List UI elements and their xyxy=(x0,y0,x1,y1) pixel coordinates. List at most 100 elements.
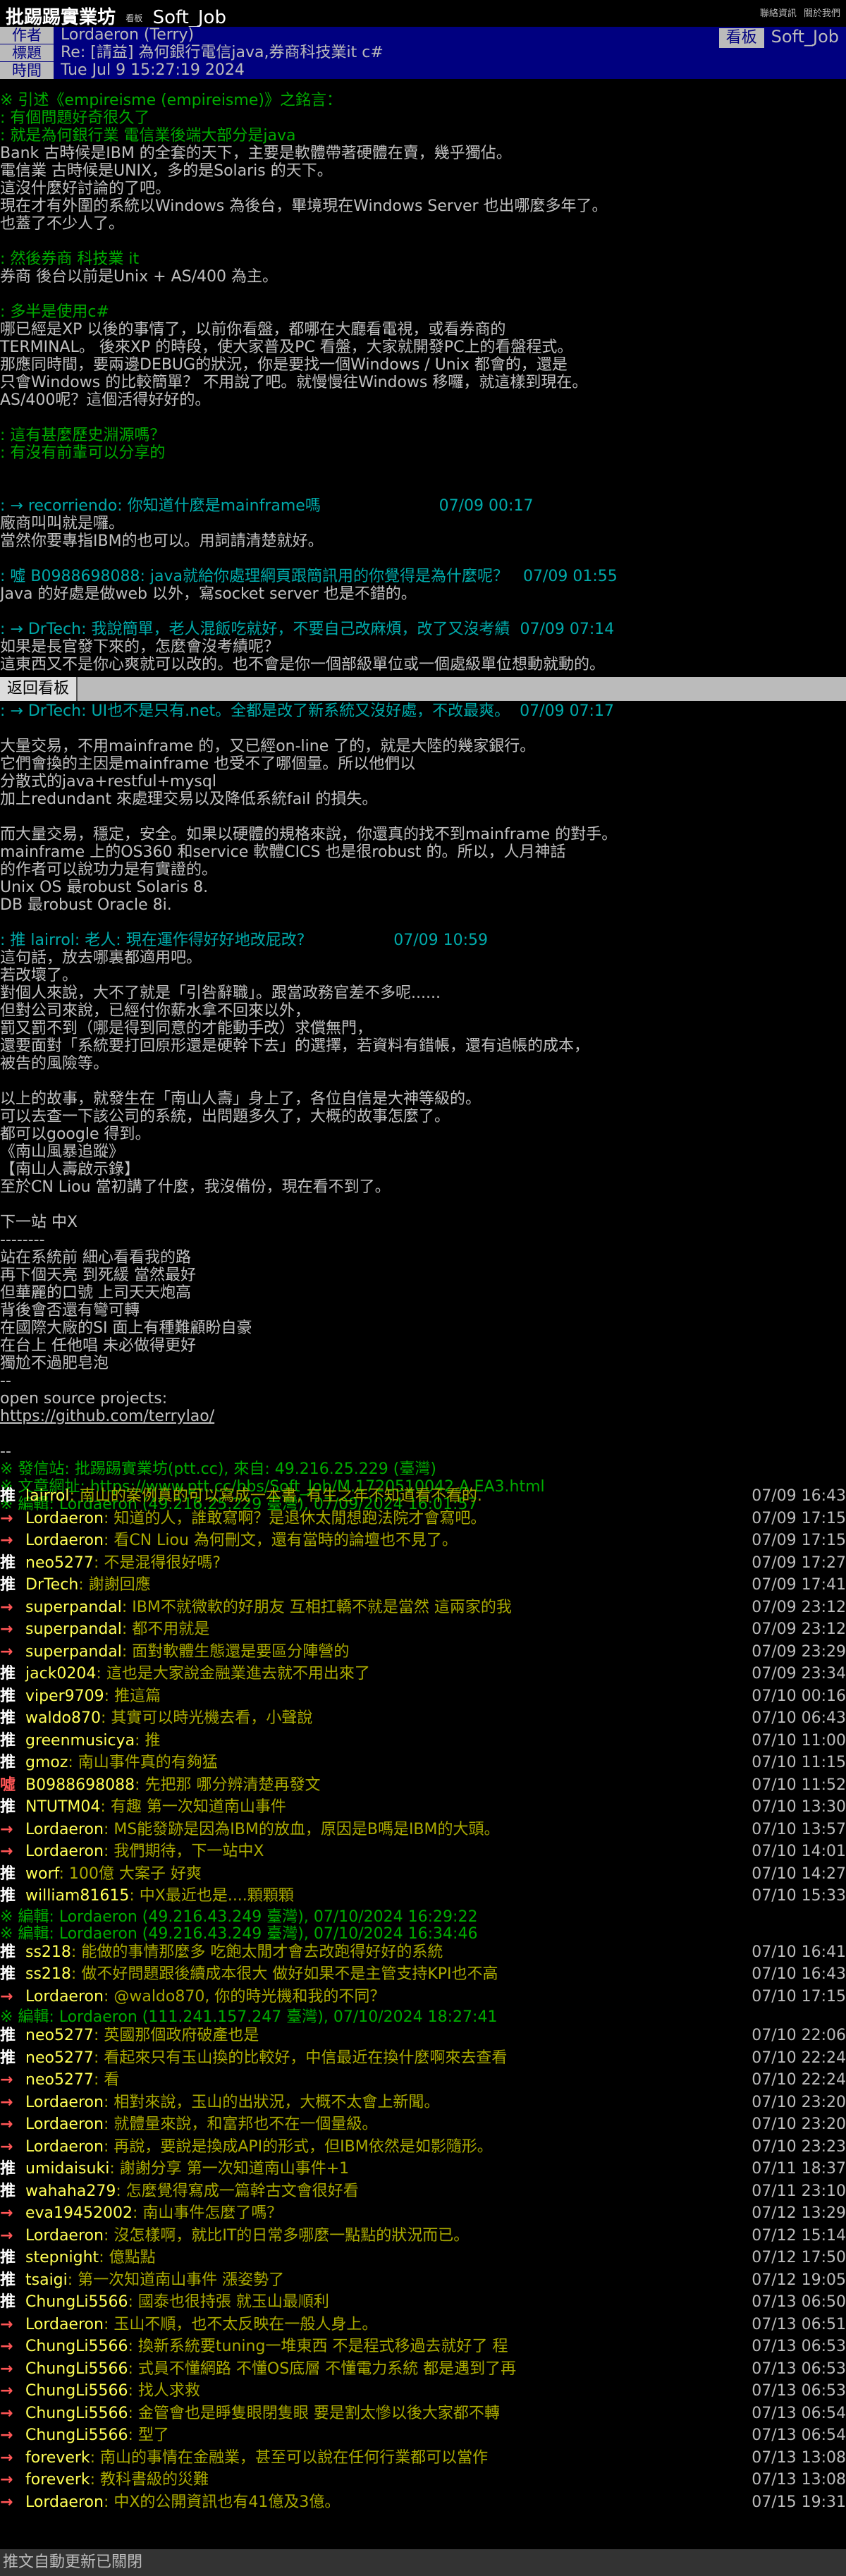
push-user[interactable]: waldo870 xyxy=(25,1709,101,1727)
body-line: ※ 引述《empireisme (empireisme)》之銘言： xyxy=(0,92,342,109)
push-user[interactable]: ChungLi5566 xyxy=(25,2382,128,2400)
body-line: Java 的好處是做web 以外，寫socket server 也是不錯的。 xyxy=(0,585,417,603)
push-content: : 怎麼覺得寫成一篇幹古文會很好看 xyxy=(116,2182,359,2200)
push-user[interactable]: ChungLi5566 xyxy=(25,2360,128,2378)
push-time: 07/13 06:53 xyxy=(752,2360,846,2378)
edit-note-text: ※ 編輯: Lordaeron (49.216.43.249 臺灣), 07/1… xyxy=(0,1907,478,1926)
push-user[interactable]: eva19452002 xyxy=(25,2204,133,2222)
push-tag: → xyxy=(0,2471,13,2489)
push-user[interactable]: gmoz xyxy=(25,1754,68,1771)
push-user[interactable]: umidaisuki xyxy=(25,2160,109,2178)
push-user[interactable]: superpandal xyxy=(25,1643,122,1661)
body-line: : 多半是使用c# xyxy=(0,303,109,321)
push-time: 07/09 23:34 xyxy=(752,1665,846,1683)
push-tag: 推 xyxy=(0,1665,16,1683)
push-row: → eva19452002: 南山事件怎麼了嗎？ 07/12 13:29 xyxy=(0,2204,846,2223)
push-user[interactable]: neo5277 xyxy=(25,1554,94,1572)
push-user[interactable]: Lordaeron xyxy=(25,2116,104,2133)
push-content: : 南山的案例真的可以寫成一本書, 有生之年不知道看不看的. xyxy=(69,1487,482,1505)
push-time: 07/09 16:43 xyxy=(752,1487,846,1505)
push-user[interactable]: neo5277 xyxy=(25,2071,94,2089)
push-user[interactable]: Lordaeron xyxy=(25,1532,104,1549)
push-time: 07/12 13:29 xyxy=(752,2204,846,2222)
push-user[interactable]: lairrol xyxy=(25,1487,70,1505)
push-user[interactable]: ChungLi5566 xyxy=(25,2293,128,2311)
push-user[interactable]: Lordaeron xyxy=(25,1843,104,1860)
body-line: 獨尬不過肥皂泡 xyxy=(0,1355,109,1372)
body-line: 廠商叫叫就是囉。 xyxy=(0,515,125,532)
push-tag: 推 xyxy=(0,1943,16,1961)
push-user[interactable]: Lordaeron xyxy=(25,2227,104,2245)
push-tag: → xyxy=(0,1620,13,1638)
push-row: 推 stepnight: 億點點 07/12 17:50 xyxy=(0,2248,846,2268)
push-user[interactable]: neo5277 xyxy=(25,2049,94,2067)
push-user[interactable]: DrTech xyxy=(25,1576,78,1594)
project-link[interactable]: https://github.com/terrylao/ xyxy=(0,1408,846,1425)
body-line: 也蓋了不少人了。 xyxy=(0,215,125,233)
push-user[interactable]: jack0204 xyxy=(25,1665,96,1683)
push-user[interactable]: wahaha279 xyxy=(25,2183,116,2200)
push-user[interactable]: Lordaeron xyxy=(25,2316,104,2333)
push-user[interactable]: Lordaeron xyxy=(25,2138,104,2156)
push-row: → ChungLi5566: 型了 07/13 06:54 xyxy=(0,2426,846,2446)
push-user[interactable]: worf xyxy=(25,1865,59,1883)
push-user[interactable]: B0988698088 xyxy=(25,1776,135,1794)
push-tag: → xyxy=(0,2338,13,2355)
push-user[interactable]: ChungLi5566 xyxy=(25,2405,128,2422)
push-user[interactable]: foreverk xyxy=(25,2471,90,2489)
push-tag: 推 xyxy=(0,2049,16,2067)
back-to-board-button[interactable]: 返回看板 xyxy=(0,677,78,701)
push-user[interactable]: superpandal xyxy=(25,1599,122,1616)
push-tag: 推 xyxy=(0,2027,16,2044)
push-time: 07/10 16:41 xyxy=(752,1943,846,1961)
push-content: : 謝謝回應 xyxy=(78,1576,151,1594)
push-user[interactable]: neo5277 xyxy=(25,2027,94,2044)
push-user[interactable]: ChungLi5566 xyxy=(25,2338,128,2355)
push-row: → superpandal: 面對軟體生態還是要區分陣營的 07/09 23:29 xyxy=(0,1642,846,1662)
push-content: : 第一次知道南山事件 漲姿勢了 xyxy=(67,2271,285,2289)
push-user[interactable]: Lordaeron xyxy=(25,2493,104,2511)
push-user[interactable]: Lordaeron xyxy=(25,1821,104,1838)
push-user[interactable]: Lordaeron xyxy=(25,1988,104,2006)
article-header: 作者 Lordaeron (Terry) 看板 Soft_Job 標題 Re: [… xyxy=(0,27,846,79)
push-row: → Lordaeron: 知道的人，誰敢寫啊？是退休太閒想跑法院才會寫吧。 07/0… xyxy=(0,1509,846,1529)
body-line: 而大量交易，穩定，安全。如果以硬體的規格來說，你還真的找不到mainframe … xyxy=(0,826,618,843)
push-user[interactable]: Lordaeron xyxy=(25,2094,104,2111)
body-line: : → recorriendo: 你知道什麼是mainframe嗎 07/09 … xyxy=(0,497,534,515)
push-row: → ChungLi5566: 式員不懂網路 不懂OS底層 不懂電力系統 都是遇到了… xyxy=(0,2360,846,2379)
push-tag: 推 xyxy=(0,1798,16,1816)
about-link[interactable]: 關於我們 xyxy=(804,8,840,19)
body-line: : 推 lairrol: 老人: 現在運作得好好地改屁改? 07/09 10:5… xyxy=(0,932,489,949)
push-tag: → xyxy=(0,2204,13,2222)
push-time: 07/09 17:15 xyxy=(752,1532,846,1549)
push-user[interactable]: stepnight xyxy=(25,2249,99,2266)
push-user[interactable]: viper9709 xyxy=(25,1687,104,1705)
push-user[interactable]: william81615 xyxy=(25,1887,129,1905)
push-tag: 推 xyxy=(0,1864,16,1883)
body-line: -------- xyxy=(0,1231,45,1249)
push-row: 噓 B0988698088: 先把那 哪分辨清楚再發文 07/10 11:52 xyxy=(0,1776,846,1795)
push-row: 推 neo5277: 不是混得很好嗎? 07/09 17:27 xyxy=(0,1553,846,1573)
board-link[interactable]: Soft_Job xyxy=(153,7,226,28)
push-user[interactable]: ss218 xyxy=(25,1943,71,1961)
push-content: : 教科書級的災難 xyxy=(90,2471,209,2489)
push-time: 07/10 06:43 xyxy=(752,1709,846,1727)
push-user[interactable]: ChungLi5566 xyxy=(25,2427,128,2444)
push-user[interactable]: greenmusicya xyxy=(25,1732,135,1750)
push-row: 推 neo5277: 看起來只有玉山換的比較好，中信最近在換什麼啊來去查看 07/1… xyxy=(0,2049,846,2068)
push-tag: → xyxy=(0,1820,13,1838)
push-user[interactable]: tsaigi xyxy=(25,2271,68,2289)
push-user[interactable]: ss218 xyxy=(25,1965,71,1983)
body-line: 加上redundant 來處理交易以及降低系統fail 的損失。 xyxy=(0,790,378,808)
push-user[interactable]: superpandal xyxy=(25,1620,122,1638)
contact-link[interactable]: 聯絡資訊 xyxy=(760,8,797,19)
push-tag: → xyxy=(0,1642,13,1661)
push-user[interactable]: foreverk xyxy=(25,2449,90,2467)
site-link[interactable]: 批踢踢實業坊 xyxy=(6,7,116,28)
push-time: 07/12 17:50 xyxy=(752,2249,846,2266)
body-line: 都可以google 得到。 xyxy=(0,1125,151,1143)
push-user[interactable]: NTUTM04 xyxy=(25,1798,100,1816)
push-content: : 謝謝分享 第一次知道南山事件+1 xyxy=(109,2160,350,2178)
push-user[interactable]: Lordaeron xyxy=(25,1510,104,1527)
push-row: 推 lairrol: 南山的案例真的可以寫成一本書, 有生之年不知道看不看的. 07… xyxy=(0,1487,846,1506)
